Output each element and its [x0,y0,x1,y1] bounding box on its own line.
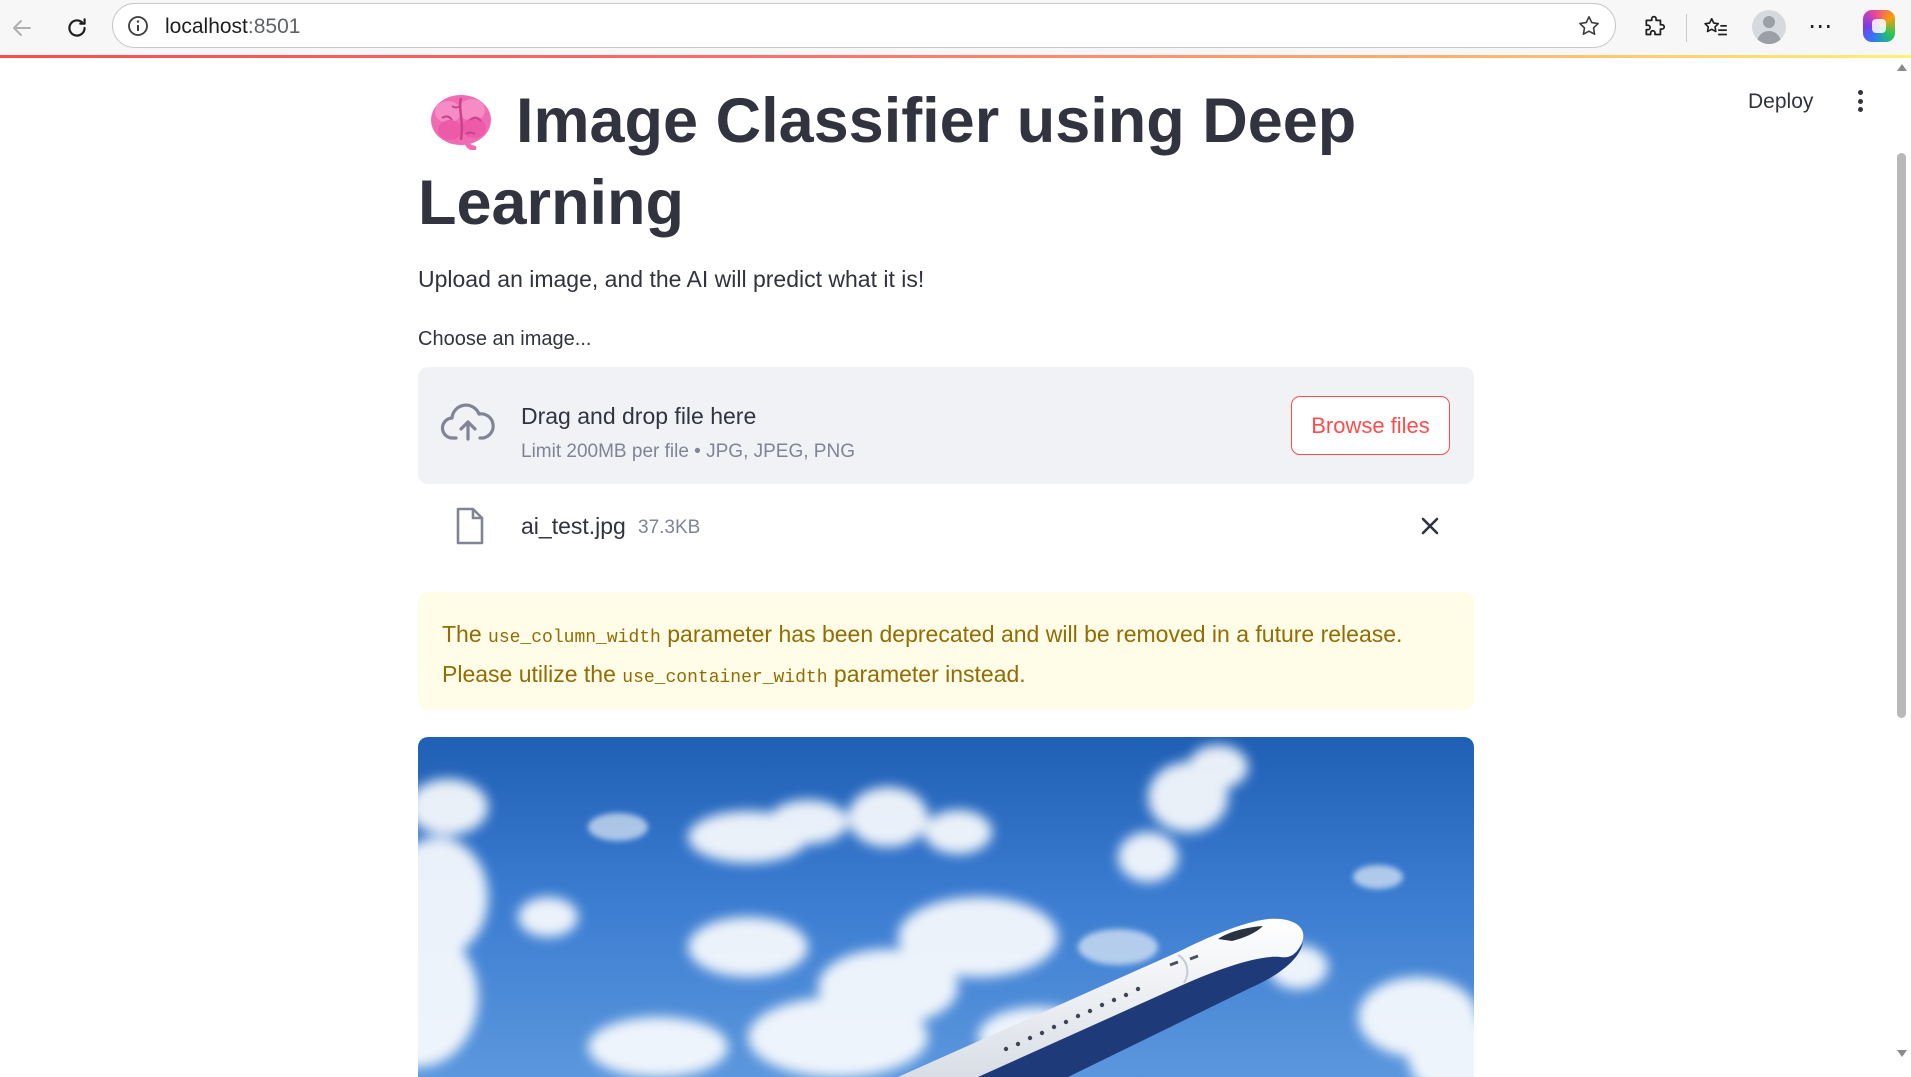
uploaded-file-size: 37.3KB [638,517,701,538]
page-loading-bar [0,55,1911,58]
browse-files-button[interactable]: Browse files [1291,396,1450,455]
uploaded-file-name: ai_test.jpg [521,513,626,539]
extensions-button[interactable] [1636,9,1674,47]
scroll-up-icon[interactable] [1897,64,1907,71]
back-arrow-icon [13,20,31,36]
page-subtitle: Upload an image, and the AI will predict… [418,266,925,292]
profile-avatar[interactable] [1752,10,1786,44]
puzzle-icon [1645,15,1666,36]
file-dropzone[interactable]: Drag and drop file here Limit 200MB per … [418,367,1474,484]
uploader-label: Choose an image... [418,328,592,350]
reload-icon [68,18,86,37]
dropzone-limit: Limit 200MB per file • JPG, JPEG, PNG [521,441,855,462]
favorites-button[interactable] [1697,9,1735,47]
reload-button[interactable] [58,9,96,47]
deprecation-warning: The use_column_width parameter has been … [418,592,1474,710]
warning-text-1: The [442,621,489,647]
favorites-list-icon [1704,17,1727,36]
page-title-text: Image Classifier using Deep Learning [418,86,1357,238]
site-info-icon[interactable] [127,15,149,42]
url-host: localhost [165,15,248,38]
uploaded-image-preview [418,737,1474,1077]
scroll-down-icon[interactable] [1897,1050,1907,1057]
favorite-star-icon[interactable] [1577,14,1601,43]
main-menu-icon[interactable] [1848,86,1872,116]
avatar-head [1763,16,1775,28]
browser-menu-icon[interactable]: ⋯ [1808,12,1833,41]
cloud-upload-icon [440,401,496,448]
back-button[interactable] [3,9,41,47]
deploy-button[interactable]: Deploy [1740,86,1821,118]
warning-code-2: use_container_width [622,668,828,688]
file-icon [454,506,486,551]
warning-text-3: parameter instead. [827,661,1026,687]
browser-toolbar: localhost:8501 ⋯ [0,0,1911,56]
airplane-sky-image [418,745,1474,1077]
url-port: :8501 [247,15,301,38]
copilot-icon[interactable] [1863,10,1895,42]
url-text: localhost:8501 [165,15,300,39]
uploaded-file-row: ai_test.jpg 37.3KB [418,501,1474,555]
page-scrollbar[interactable] [1892,58,1911,1063]
scrollbar-thumb[interactable] [1897,153,1906,718]
warning-code-1: use_column_width [488,628,661,648]
page-title: Image Classifier using Deep Learning [418,80,1418,244]
brain-icon [428,88,494,151]
toolbar-divider [1686,14,1687,42]
dropzone-title: Drag and drop file here [521,403,757,429]
avatar-shoulders [1757,31,1781,44]
remove-file-close-icon[interactable] [1416,512,1444,545]
address-bar[interactable]: localhost:8501 [112,3,1616,48]
